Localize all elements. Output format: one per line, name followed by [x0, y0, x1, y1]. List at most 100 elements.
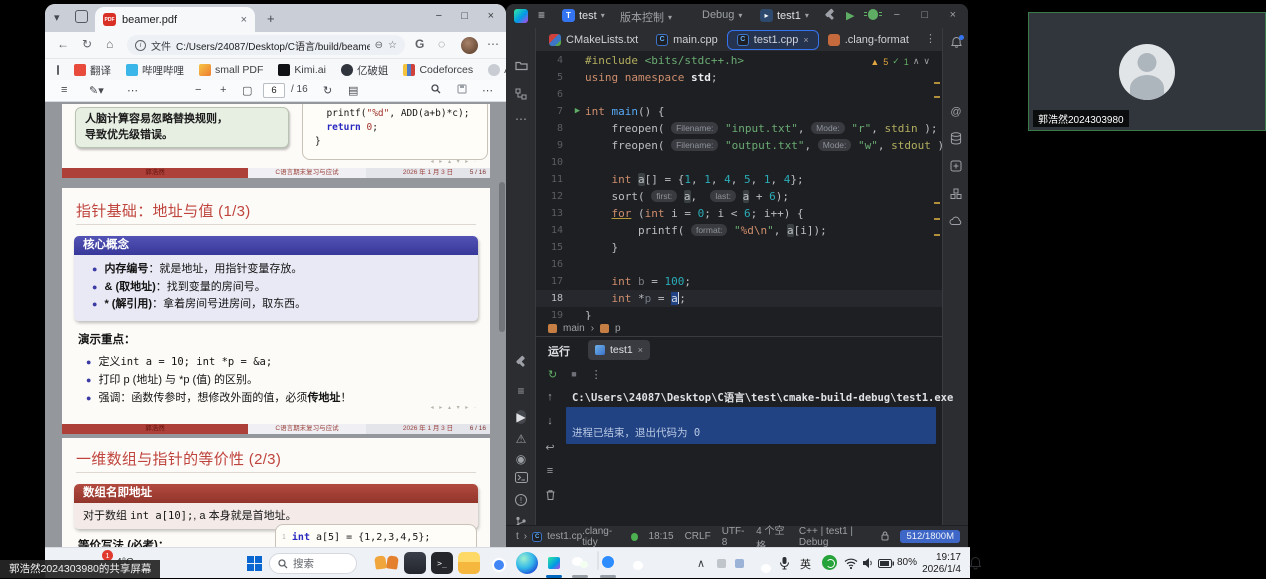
run-toolwindow-icon[interactable]: ▶	[506, 406, 536, 428]
extensions-icon[interactable]: ◌	[438, 37, 445, 51]
status-breadcrumb-file[interactable]: test1.cp	[547, 531, 582, 542]
next-problem-icon[interactable]: ∨	[923, 56, 930, 67]
bookmark-item[interactable]: Codeforces	[403, 63, 473, 78]
error-stripe-mark[interactable]	[934, 202, 940, 204]
start-button[interactable]	[247, 556, 262, 571]
bookmark-item[interactable]: AtCoder	[488, 63, 506, 78]
cloud-sync-icon[interactable]	[943, 216, 968, 229]
notification-bell-icon[interactable]	[969, 556, 982, 570]
pdf-zoom-in-icon[interactable]: +	[220, 84, 226, 96]
zoom-out-icon[interactable]: ⊖	[375, 40, 383, 51]
bookmark-item[interactable]: 哔哩哔哩	[126, 63, 184, 78]
line-number[interactable]: 15	[536, 239, 570, 256]
page-info-icon[interactable]: i	[135, 40, 146, 51]
search-highlight-icon[interactable]	[375, 556, 399, 571]
devices-icon[interactable]	[57, 65, 59, 75]
tray-expand-icon[interactable]: ∧	[697, 557, 705, 570]
line-number[interactable]: 17	[536, 273, 570, 290]
error-stripe-mark[interactable]	[934, 82, 940, 84]
pdf-fit-page-icon[interactable]: ▢	[242, 84, 252, 97]
stop-icon[interactable]: ■	[571, 369, 576, 379]
project-toolwindow-icon[interactable]	[506, 60, 536, 74]
project-widget[interactable]: T test ▾	[562, 9, 605, 22]
line-number[interactable]: 10	[536, 154, 570, 171]
code-editor[interactable]: 4#include <bits/stdc++.h>5using namespac…	[536, 52, 942, 320]
scroll-up-icon[interactable]: ↑	[538, 391, 562, 403]
line-number[interactable]: 19	[536, 307, 570, 320]
home-icon[interactable]: ⌂	[106, 37, 113, 51]
clock-widget[interactable]: 19:17 2026/1/4	[919, 552, 961, 575]
services-toolwindow-icon[interactable]: ≡	[506, 384, 536, 398]
indent-setting[interactable]: 4 个空格	[756, 522, 788, 548]
ai-assistant-icon[interactable]: @	[943, 106, 968, 118]
pdf-contents-icon[interactable]: ≡	[61, 84, 67, 96]
more-toolwindows-icon[interactable]: ⋯	[506, 112, 536, 126]
ide-maximize-button[interactable]: □	[921, 9, 928, 21]
tab-close-icon[interactable]: ×	[241, 14, 247, 26]
profile-avatar[interactable]	[461, 37, 478, 54]
tray-green-app-icon[interactable]	[822, 555, 837, 570]
notifications-info-icon[interactable]: !	[506, 492, 536, 506]
ime-indicator[interactable]: 英	[800, 556, 811, 572]
taskbar-app-edge[interactable]	[516, 552, 538, 574]
tab-close-icon[interactable]: ×	[803, 35, 808, 45]
pdf-rotate-icon[interactable]: ↻	[323, 84, 332, 97]
run-button[interactable]: ▶	[846, 9, 854, 22]
lock-icon[interactable]	[881, 531, 889, 543]
new-tab-button[interactable]: +	[267, 11, 275, 26]
address-bar[interactable]: i 文件 C:/Users/24087/Desktop/C语言/build/be…	[127, 35, 405, 55]
breadcrumb-item[interactable]: p	[615, 323, 621, 334]
scroll-down-icon[interactable]: ↓	[538, 415, 562, 427]
breadcrumb-scope[interactable]: main	[563, 323, 585, 334]
favorite-star-icon[interactable]: ☆	[388, 40, 397, 51]
run-tab[interactable]: test1 ×	[588, 340, 650, 360]
pdf-page-view-icon[interactable]: ▤	[348, 84, 358, 97]
battery-icon[interactable]	[878, 559, 894, 568]
build-mode-widget[interactable]: Debug ▾	[702, 9, 742, 21]
build-toolwindow-icon[interactable]	[506, 356, 536, 371]
soft-wrap-icon[interactable]: ↩	[538, 441, 562, 454]
tray-mini-icon[interactable]	[735, 559, 744, 568]
wifi-icon[interactable]	[844, 558, 858, 569]
clang-tidy-label[interactable]: .clang-tidy	[582, 526, 620, 548]
taskbar-app-dark[interactable]	[404, 552, 426, 574]
build-blocks-icon[interactable]	[943, 188, 968, 203]
analysis-status-icon[interactable]	[631, 533, 638, 541]
editor-tab[interactable]: .clang-format	[819, 29, 918, 51]
run-more-icon[interactable]: ⋮	[591, 368, 602, 381]
database-icon[interactable]	[943, 132, 968, 148]
editor-tab[interactable]: Cmain.cpp	[647, 29, 727, 51]
pdf-page-input[interactable]: 6	[263, 83, 285, 98]
run-console[interactable]: C:\Users\24087\Desktop\C语言\test\cmake-bu…	[566, 387, 938, 523]
ide-minimize-button[interactable]: −	[894, 9, 900, 21]
line-number[interactable]: 11	[536, 171, 570, 188]
editor-tab[interactable]: CMakeLists.txt	[540, 29, 647, 51]
pdf-menu-icon[interactable]: ⋯	[482, 84, 493, 97]
memory-indicator[interactable]: 512/1800M	[900, 530, 960, 543]
microphone-icon[interactable]	[779, 556, 790, 570]
taskbar-app-explorer[interactable]	[458, 552, 480, 574]
taskbar-app-meeting[interactable]	[597, 551, 599, 570]
clear-console-icon[interactable]	[538, 489, 562, 504]
encoding[interactable]: UTF-8	[722, 526, 745, 548]
line-ending[interactable]: CRLF	[685, 531, 711, 542]
line-number[interactable]: 16	[536, 256, 570, 273]
terminal-toolwindow-icon[interactable]	[506, 472, 536, 485]
line-number[interactable]: 6	[536, 86, 570, 103]
tabs-more-icon[interactable]: ⋮	[925, 32, 936, 45]
notifications-bell-icon[interactable]	[943, 36, 968, 52]
pdf-more-tools-icon[interactable]: ⋯	[127, 84, 138, 97]
bookmark-item[interactable]: 亿破姐	[341, 63, 389, 78]
line-number[interactable]: 14	[536, 222, 570, 239]
caret-position[interactable]: 18:15	[649, 531, 674, 542]
browser-maximize-button[interactable]: □	[461, 10, 468, 22]
resolve-context[interactable]: C++ | test1 | Debug	[799, 526, 871, 548]
taskbar-search[interactable]: 搜索	[269, 553, 357, 574]
inspections-widget[interactable]: ▲5 ✓1 ∧∨	[870, 56, 930, 67]
line-number[interactable]: 8	[536, 120, 570, 137]
line-number[interactable]: 9	[536, 137, 570, 154]
ide-close-button[interactable]: ×	[950, 9, 956, 21]
pdf-scrollbar-thumb[interactable]	[499, 182, 505, 332]
run-line-icon[interactable]: ▶	[570, 103, 585, 120]
bookmark-item[interactable]: Kimi.ai	[278, 63, 326, 78]
